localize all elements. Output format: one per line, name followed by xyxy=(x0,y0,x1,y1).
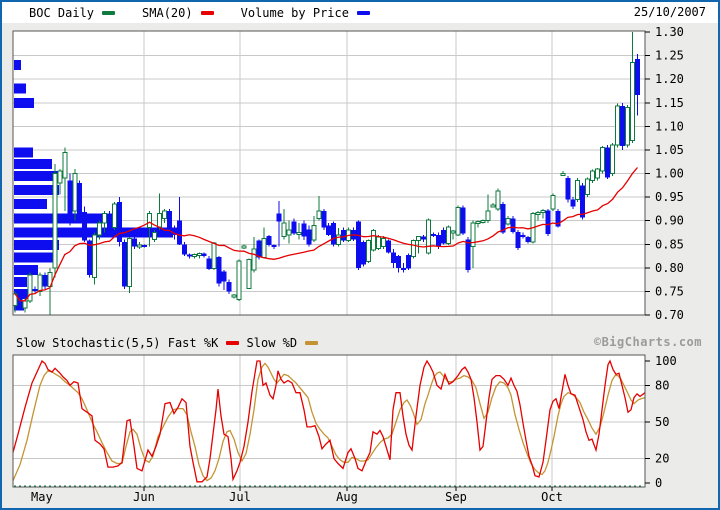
price-axis-label: 1.30 xyxy=(655,25,684,39)
chart-date: 25/10/2007 xyxy=(634,5,706,19)
spacer xyxy=(239,336,246,350)
volume-by-price-bars xyxy=(14,60,173,311)
price-axis-label: 0.85 xyxy=(655,237,684,251)
price-axis-label: 0.75 xyxy=(655,284,684,298)
legend-item-volume-by-price: Volume by Price xyxy=(241,6,370,20)
stochastic-axis-label: 100 xyxy=(655,354,677,368)
legend-item-sma: SMA(20) xyxy=(142,6,214,20)
stochastic-legend-bar: Slow Stochastic(5,5) Fast %K Slow %D xyxy=(16,336,318,350)
price-axis-label: 0.90 xyxy=(655,214,684,228)
fast-k-label: Fast %K xyxy=(168,336,219,350)
month-label: Sep xyxy=(445,490,467,504)
month-label: May xyxy=(31,490,53,504)
legend-item-symbol: BOC Daily xyxy=(29,6,115,20)
month-label: Jun xyxy=(133,490,155,504)
price-axis-label: 1.20 xyxy=(655,72,684,86)
slow-d-line xyxy=(13,363,645,480)
stochastic-axis-label: 0 xyxy=(655,476,662,490)
price-axis-label: 1.25 xyxy=(655,49,684,63)
price-axis-label: 0.70 xyxy=(655,308,684,322)
price-axis-label: 1.15 xyxy=(655,96,684,110)
price-axis-label: 1.05 xyxy=(655,143,684,157)
month-label: Jul xyxy=(229,490,251,504)
sma-series-swatch-icon xyxy=(201,11,214,15)
month-label: Aug xyxy=(336,490,358,504)
fast-k-line xyxy=(13,361,645,482)
stochastic-axis-label: 20 xyxy=(655,452,669,466)
sma-label: SMA(20) xyxy=(142,6,193,20)
symbol-daily-label: BOC Daily xyxy=(29,6,94,20)
slow-d-label: Slow %D xyxy=(247,336,298,350)
spacer xyxy=(161,336,168,350)
price-axis-label: 1.00 xyxy=(655,167,684,181)
month-label: Oct xyxy=(541,490,563,504)
sma-line xyxy=(15,168,638,301)
stochastic-axis-label: 50 xyxy=(655,415,669,429)
stochastic-panel: 100 80 50 20 0 xyxy=(13,354,677,490)
price-and-stochastic-chart: 1.30 1.25 1.20 1.15 1.10 1.05 1.00 0.95 0.90 0.85… xyxy=(2,2,718,508)
chart-legend-bar: BOC Daily SMA(20) Volume by Price 25/10/… xyxy=(2,2,718,23)
bigcharts-copyright: ©BigCharts.com xyxy=(594,335,702,349)
fast-k-swatch-icon xyxy=(226,341,239,345)
volume-series-swatch-icon xyxy=(357,11,370,15)
volume-by-price-label: Volume by Price xyxy=(241,6,349,20)
price-axis-label: 0.80 xyxy=(655,261,684,275)
stochastic-title: Slow Stochastic(5,5) xyxy=(16,336,161,350)
main-price-panel: 1.30 1.25 1.20 1.15 1.10 1.05 1.00 0.95 0.90 0.85… xyxy=(13,25,684,322)
stochastic-axis-label: 80 xyxy=(655,378,669,392)
candlesticks xyxy=(13,32,640,315)
candle-series-swatch-icon xyxy=(102,11,115,15)
month-axis: May Jun Jul Aug Sep Oct xyxy=(31,487,563,504)
price-axis-label: 0.95 xyxy=(655,190,684,204)
bigcharts-chart-window: BOC Daily SMA(20) Volume by Price 25/10/… xyxy=(0,0,720,510)
slow-d-swatch-icon xyxy=(305,341,318,345)
price-axis-label: 1.10 xyxy=(655,119,684,133)
